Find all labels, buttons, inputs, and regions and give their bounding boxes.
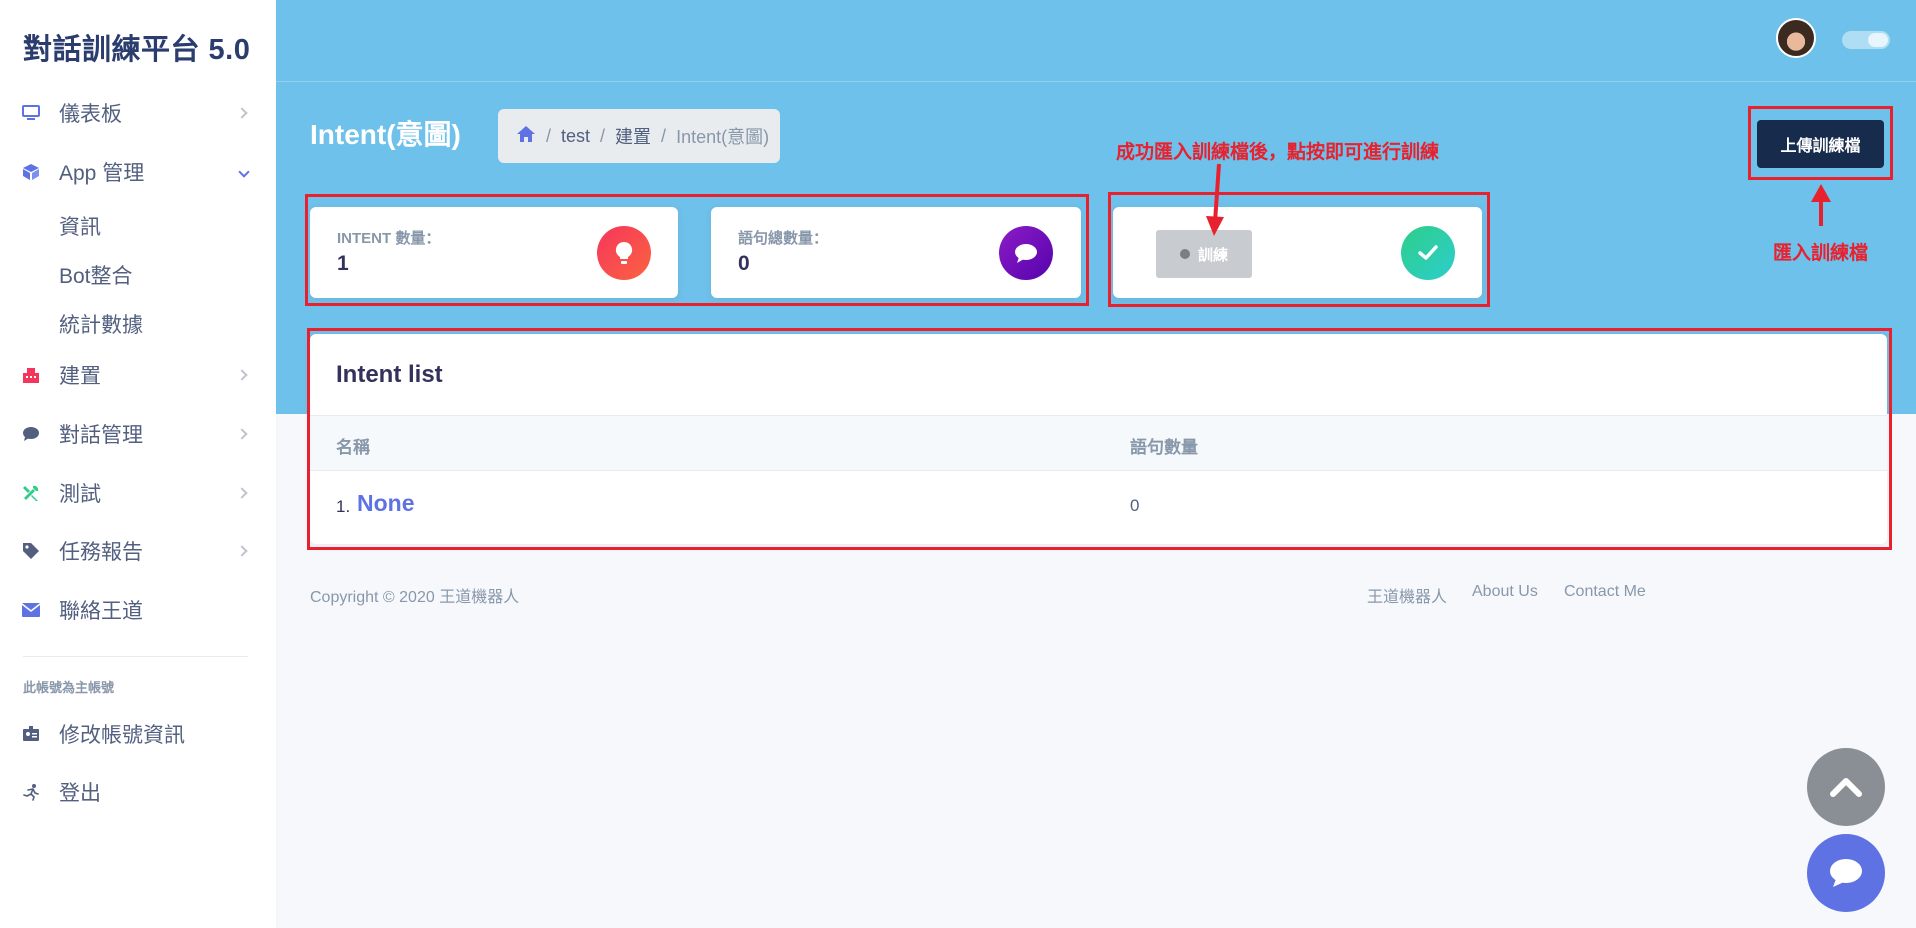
sidebar-subitem-statistics[interactable]: 統計數據 [59,309,143,339]
home-icon[interactable] [516,125,536,148]
sidebar: 對話訓練平台 5.0 儀表板 App 管理 資訊 Bot整合 統計數據 建置 對… [0,0,276,928]
chevron-down-icon [238,166,250,178]
brand-title: 對話訓練平台 5.0 [23,34,251,66]
user-menu-toggle[interactable] [1842,31,1890,49]
sidebar-item-label: 儀表板 [59,103,122,126]
annotation-box-stats [305,194,1089,306]
breadcrumb-item[interactable]: test [561,126,590,147]
breadcrumb-separator: / [600,125,606,146]
topbar-divider [276,81,1916,82]
annotation-train-hint: 成功匯入訓練檔後，點按即可進行訓練 [1116,142,1440,163]
tools-icon [22,484,40,502]
account-heading: 此帳號為主帳號 [23,680,115,695]
sidebar-item-label: 修改帳號資訊 [59,724,185,747]
breadcrumb-separator: / [546,125,552,146]
running-person-icon [22,783,40,801]
annotation-box-intent-list [307,328,1892,550]
sidebar-item-build[interactable]: 建置 [0,353,276,397]
page-title: Intent(意圖) [310,119,461,150]
sidebar-item-app-management[interactable]: App 管理 [0,150,276,194]
sidebar-divider [23,656,248,657]
footer-link-company[interactable]: 王道機器人 [1367,583,1447,607]
id-card-icon [22,725,40,743]
user-avatar[interactable] [1776,18,1816,58]
sidebar-item-label: 測試 [59,483,101,506]
chat-button[interactable] [1807,834,1885,912]
breadcrumb-item[interactable]: 建置 [615,123,651,149]
sidebar-item-label: 登出 [59,782,101,805]
sidebar-item-contact[interactable]: 聯絡王道 [0,588,276,632]
chat-bubble-icon [1830,859,1862,887]
sidebar-item-label: 任務報告 [59,541,143,564]
sidebar-item-dashboard[interactable]: 儀表板 [0,91,276,135]
cube-icon [22,163,40,181]
monitor-icon [22,104,40,122]
building-icon [22,366,40,384]
sidebar-subitem-info[interactable]: 資訊 [59,211,101,241]
sidebar-subitem-bot-integration[interactable]: Bot整合 [59,260,133,290]
sidebar-item-label: App 管理 [59,162,145,185]
footer-link-about[interactable]: About Us [1472,583,1538,601]
footer-link-contact[interactable]: Contact Me [1564,583,1646,601]
sidebar-item-label: 建置 [59,365,101,388]
sidebar-item-test[interactable]: 測試 [0,471,276,515]
chat-bubble-icon [22,425,40,443]
annotation-arrow-down-icon [1206,163,1224,236]
tag-icon [22,542,40,560]
chevron-right-icon [236,369,248,381]
copyright: Copyright © 2020 王道機器人 [310,589,520,606]
sidebar-item-label: 聯絡王道 [59,600,143,623]
sidebar-item-logout[interactable]: 登出 [0,770,276,814]
chevron-up-icon [1830,778,1862,797]
scroll-to-top-button[interactable] [1807,748,1885,826]
sidebar-item-label: 對話管理 [59,424,143,447]
annotation-upload-hint: 匯入訓練檔 [1773,243,1869,264]
breadcrumb-separator: / [661,125,667,146]
envelope-icon [22,601,40,619]
annotation-box-train [1108,192,1490,307]
sidebar-item-edit-account[interactable]: 修改帳號資訊 [0,712,276,756]
annotation-box-upload [1748,106,1893,180]
chevron-right-icon [236,487,248,499]
breadcrumb-item-current: Intent(意圖) [676,127,770,147]
chevron-right-icon [236,428,248,440]
annotation-arrow-up-icon [1811,184,1831,226]
chevron-right-icon [236,545,248,557]
breadcrumb: / test / 建置 / Intent(意圖) [498,109,780,163]
sidebar-item-dialog-management[interactable]: 對話管理 [0,412,276,456]
sidebar-item-task-report[interactable]: 任務報告 [0,529,276,573]
chevron-right-icon [236,107,248,119]
